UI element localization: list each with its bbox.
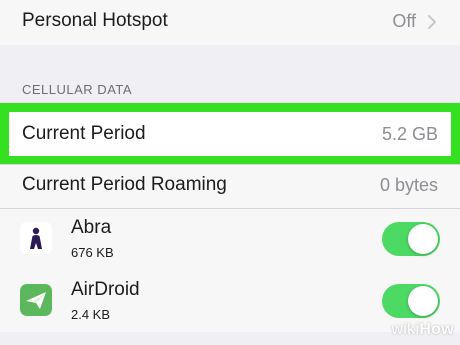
personal-hotspot-row[interactable]: Personal Hotspot Off [0, 0, 460, 45]
chevron-right-icon [428, 15, 436, 29]
airdroid-app-icon [20, 284, 52, 316]
current-period-roaming-value: 0 bytes [379, 175, 438, 195]
personal-hotspot-label: Personal Hotspot [22, 10, 168, 31]
watermark-wiki: wiki [391, 321, 420, 338]
settings-screen: Personal Hotspot Off CELLULAR DATA Curre… [0, 0, 460, 345]
current-period-row: Current Period 5.2 GB [9, 112, 451, 156]
cellular-data-section-header: CELLULAR DATA [22, 82, 133, 97]
watermark-how: How [419, 321, 454, 338]
current-period-label: Current Period [22, 123, 146, 144]
toggle-knob [408, 286, 438, 316]
airdroid-cellular-toggle[interactable] [382, 284, 440, 318]
app-name: Abra [71, 217, 112, 238]
row-divider [0, 164, 460, 165]
abra-cellular-toggle[interactable] [382, 222, 440, 256]
toggle-knob [408, 224, 438, 254]
app-data-usage: 676 KB [71, 245, 114, 260]
personal-hotspot-value: Off [392, 11, 416, 31]
current-period-value: 5.2 GB [381, 124, 438, 144]
current-period-roaming-row: Current Period Roaming 0 bytes [0, 164, 460, 208]
current-period-highlight: Current Period 5.2 GB [0, 103, 460, 164]
abra-app-icon [20, 222, 52, 254]
app-data-usage: 2.4 KB [71, 307, 111, 322]
row-divider [0, 208, 460, 209]
app-name: AirDroid [71, 279, 140, 300]
app-row-abra: Abra 676 KB [0, 208, 460, 270]
wikihow-watermark: wikiHow [391, 321, 454, 339]
current-period-roaming-label: Current Period Roaming [22, 174, 227, 195]
